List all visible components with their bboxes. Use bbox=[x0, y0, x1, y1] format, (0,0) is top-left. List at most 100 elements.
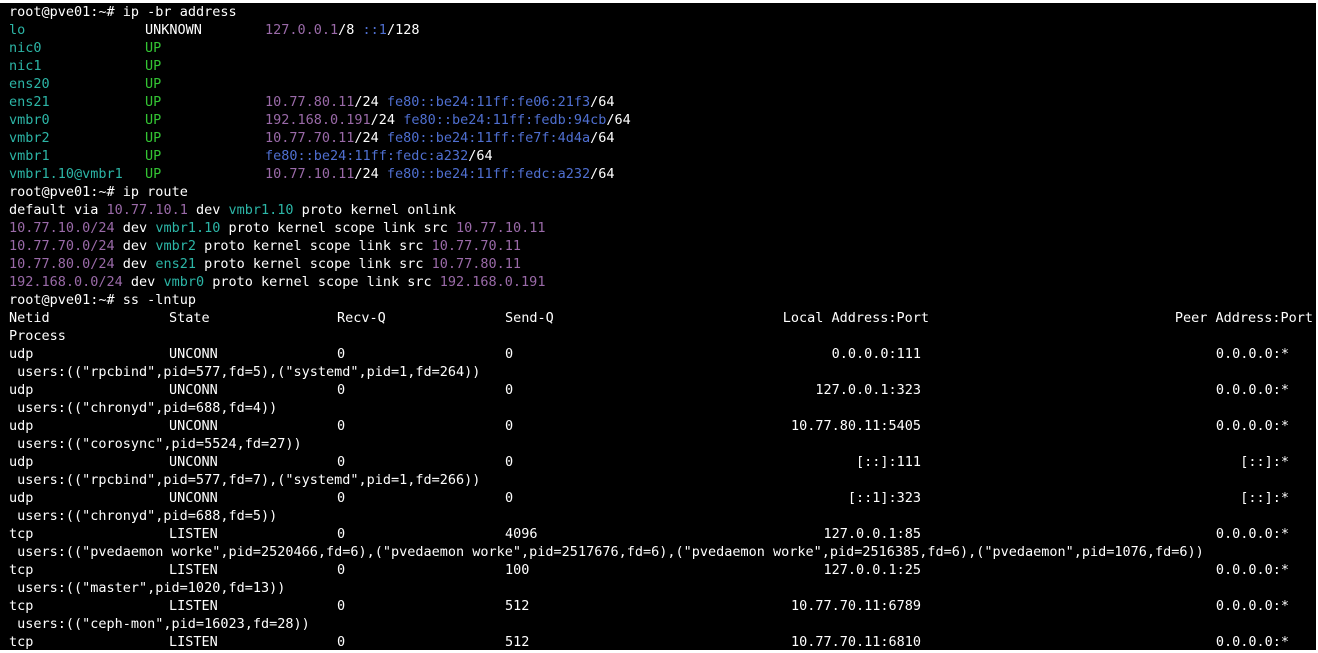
route-segment: vmbr0 bbox=[163, 274, 205, 290]
iface-name: vmbr0 bbox=[9, 111, 50, 129]
route-segment: 10.77.70.11 bbox=[431, 238, 522, 254]
iface-state: UP bbox=[145, 165, 161, 183]
iface-name-text: vmbr1.10@vmbr1 bbox=[9, 166, 123, 182]
iface-state: UP bbox=[145, 39, 161, 57]
socket-process: users:(("ceph-mon",pid=16023,fd=28)) bbox=[9, 615, 310, 633]
route-segment: proto kernel scope link src bbox=[195, 238, 432, 254]
socket-peer: 0.0.0.0:* bbox=[0, 381, 1289, 399]
address-segment: /64 bbox=[590, 94, 615, 110]
route-segment: dev bbox=[114, 256, 156, 272]
socket-process: users:(("pvedaemon worke",pid=2520466,fd… bbox=[9, 543, 1204, 561]
prompt-line: root@pve01:~# ip -br address bbox=[9, 3, 237, 21]
socket-peer: 0.0.0.0:* bbox=[0, 633, 1289, 651]
address-segment: /64 bbox=[468, 148, 493, 164]
address-segment: ::1 bbox=[362, 22, 387, 38]
route-segment: proto kernel scope link src bbox=[220, 220, 457, 236]
socket-peer-text: 0.0.0.0:* bbox=[1215, 634, 1289, 650]
iface-state-text: UP bbox=[145, 94, 162, 110]
route-segment: 10.77.80.0/24 bbox=[9, 256, 115, 272]
socket-process-text: users:(("master",pid=1020,fd=13)) bbox=[9, 580, 286, 596]
iface-name-text: nic0 bbox=[9, 40, 42, 56]
address-segment: /24 bbox=[354, 130, 387, 146]
route-segment: 192.168.0.191 bbox=[439, 274, 546, 290]
route-segment: proto kernel scope link src bbox=[204, 274, 440, 290]
header-process-text: Process bbox=[9, 328, 66, 344]
route-segment: dev bbox=[122, 274, 164, 290]
route-entry: 10.77.70.0/24 dev vmbr2 proto kernel sco… bbox=[9, 237, 521, 255]
address-segment: fe80::be24:11ff:fe7f:4d4a bbox=[386, 130, 591, 146]
iface-name-text: nic1 bbox=[9, 58, 42, 74]
socket-process-text: users:(("rpcbind",pid=577,fd=7),("system… bbox=[9, 472, 481, 488]
iface-state-text: UP bbox=[145, 58, 162, 74]
socket-peer: 0.0.0.0:* bbox=[0, 561, 1289, 579]
socket-process-text: users:(("chronyd",pid=688,fd=5)) bbox=[9, 508, 278, 524]
address-segment: /24 bbox=[370, 112, 404, 128]
prompt-line: root@pve01:~# ip route bbox=[9, 183, 188, 201]
socket-process-text: users:(("rpcbind",pid=577,fd=5),("system… bbox=[9, 364, 481, 380]
route-entry: default via 10.77.10.1 dev vmbr1.10 prot… bbox=[9, 201, 456, 219]
iface-addresses: 10.77.80.11/24 fe80::be24:11ff:fe06:21f3… bbox=[265, 93, 615, 111]
address-segment: fe80::be24:11ff:fedc:a232 bbox=[386, 166, 591, 182]
iface-addresses: 10.77.70.11/24 fe80::be24:11ff:fe7f:4d4a… bbox=[265, 129, 615, 147]
iface-name-text: vmbr0 bbox=[9, 112, 50, 128]
window-top-border bbox=[0, 0, 1318, 3]
iface-name-text: ens21 bbox=[9, 94, 50, 110]
socket-process: users:(("rpcbind",pid=577,fd=5),("system… bbox=[9, 363, 480, 381]
iface-name-text: lo bbox=[9, 22, 26, 38]
route-segment: vmbr2 bbox=[155, 238, 196, 254]
iface-addresses: 192.168.0.191/24 fe80::be24:11ff:fedb:94… bbox=[265, 111, 631, 129]
iface-state: UNKNOWN bbox=[145, 21, 202, 39]
address-segment: /24 bbox=[354, 166, 387, 182]
address-segment: /8 bbox=[338, 22, 363, 38]
route-entry: 192.168.0.0/24 dev vmbr0 proto kernel sc… bbox=[9, 273, 545, 291]
route-segment: dev bbox=[114, 220, 156, 236]
iface-state-text: UP bbox=[145, 148, 162, 164]
iface-state: UP bbox=[145, 111, 161, 129]
address-segment: /64 bbox=[606, 112, 631, 128]
terminal-window[interactable]: root@pve01:~# ip -br address lo UNKNOWN 127… bbox=[0, 0, 1318, 653]
socket-peer: 0.0.0.0:* bbox=[0, 417, 1289, 435]
iface-state-text: UNKNOWN bbox=[145, 22, 202, 38]
iface-state: UP bbox=[145, 129, 161, 147]
iface-name: nic1 bbox=[9, 57, 42, 75]
address-segment: 192.168.0.191 bbox=[265, 112, 371, 128]
route-segment: ens21 bbox=[155, 256, 196, 272]
socket-process-text: users:(("corosync",pid=5524,fd=27)) bbox=[9, 436, 302, 452]
iface-state-text: UP bbox=[145, 40, 162, 56]
iface-name: vmbr1 bbox=[9, 147, 50, 165]
header-peer: Peer Address:Port bbox=[0, 309, 1313, 327]
iface-addresses: fe80::be24:11ff:fedc:a232/64 bbox=[265, 147, 493, 165]
route-segment: 10.77.80.11 bbox=[431, 256, 522, 272]
iface-name: vmbr2 bbox=[9, 129, 50, 147]
route-entry: 10.77.80.0/24 dev ens21 proto kernel sco… bbox=[9, 255, 521, 273]
address-segment: 10.77.80.11 bbox=[265, 94, 355, 110]
socket-peer-text: [::]:* bbox=[1240, 490, 1289, 506]
iface-name-text: vmbr1 bbox=[9, 148, 50, 164]
route-segment: 192.168.0.0/24 bbox=[9, 274, 123, 290]
iface-state: UP bbox=[145, 147, 161, 165]
route-segment: proto kernel onlink bbox=[293, 202, 457, 218]
route-segment: proto kernel scope link src bbox=[195, 256, 432, 272]
socket-peer-text: 0.0.0.0:* bbox=[1215, 526, 1289, 542]
route-segment: vmbr1.10 bbox=[155, 220, 221, 236]
iface-state: UP bbox=[145, 75, 161, 93]
iface-addresses: 127.0.0.1/8 ::1/128 bbox=[265, 21, 419, 39]
header-peer-text: Peer Address:Port bbox=[1174, 310, 1313, 326]
command-text: ip route bbox=[122, 184, 188, 200]
socket-peer: 0.0.0.0:* bbox=[0, 525, 1289, 543]
socket-peer-text: 0.0.0.0:* bbox=[1215, 598, 1289, 614]
socket-peer-text: 0.0.0.0:* bbox=[1215, 418, 1289, 434]
iface-name: ens20 bbox=[9, 75, 50, 93]
route-entry: 10.77.10.0/24 dev vmbr1.10 proto kernel … bbox=[9, 219, 545, 237]
route-segment: vmbr1.10 bbox=[228, 202, 294, 218]
header-process: Process bbox=[9, 327, 66, 345]
iface-name: vmbr1.10@vmbr1 bbox=[9, 165, 123, 183]
socket-process: users:(("rpcbind",pid=577,fd=7),("system… bbox=[9, 471, 480, 489]
command-text: ss -lntup bbox=[122, 292, 196, 308]
address-segment: /24 bbox=[354, 94, 387, 110]
address-segment: 10.77.70.11 bbox=[265, 130, 355, 146]
socket-peer-text: [::]:* bbox=[1240, 454, 1289, 470]
iface-name-text: ens20 bbox=[9, 76, 50, 92]
socket-process: users:(("chronyd",pid=688,fd=5)) bbox=[9, 507, 277, 525]
socket-process-text: users:(("ceph-mon",pid=16023,fd=28)) bbox=[9, 616, 310, 632]
